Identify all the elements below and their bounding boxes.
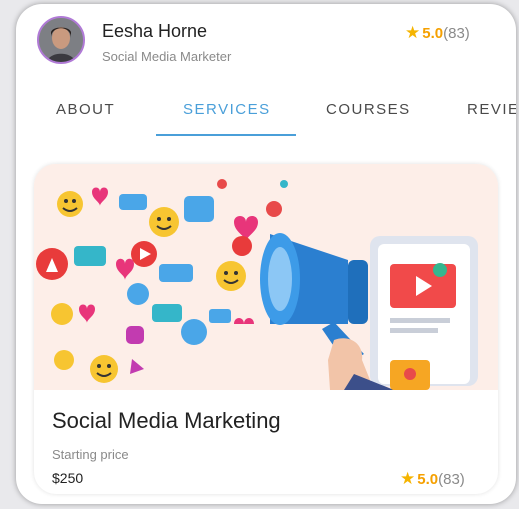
rating-value: 5.0: [417, 470, 439, 488]
tab-bar: ABOUT SERVICES COURSES REVIE: [16, 89, 516, 139]
avatar-photo: [39, 18, 83, 62]
tab-indicator: [156, 134, 296, 136]
star-icon: ★: [400, 469, 416, 488]
profile-screen: Eesha Horne Social Media Marketer ★ 5.0 …: [16, 4, 516, 504]
rating-value: 5.0: [422, 24, 444, 42]
star-icon: ★: [405, 23, 421, 42]
rating-count: (83): [438, 470, 465, 488]
service-illustration: [34, 164, 498, 390]
tab-courses[interactable]: COURSES: [326, 101, 411, 118]
service-card[interactable]: Social Media Marketing Starting price $2…: [34, 164, 498, 494]
social-media-illustration: [34, 164, 498, 390]
tab-services[interactable]: SERVICES: [183, 101, 271, 118]
price-label: Starting price: [52, 447, 129, 462]
profile-name: Eesha Horne: [102, 21, 208, 41]
tab-about[interactable]: ABOUT: [56, 101, 115, 118]
rating-count: (83): [443, 24, 470, 42]
avatar[interactable]: [37, 16, 85, 64]
profile-rating: ★ 5.0 (83): [405, 23, 470, 43]
service-title: Social Media Marketing: [52, 408, 281, 433]
profile-header: Eesha Horne Social Media Marketer ★ 5.0 …: [16, 4, 516, 84]
service-price: $250: [52, 470, 84, 486]
tab-reviews[interactable]: REVIE: [467, 101, 516, 118]
profile-title: Social Media Marketer: [102, 49, 232, 64]
service-rating: ★ 5.0 (83): [400, 469, 465, 489]
